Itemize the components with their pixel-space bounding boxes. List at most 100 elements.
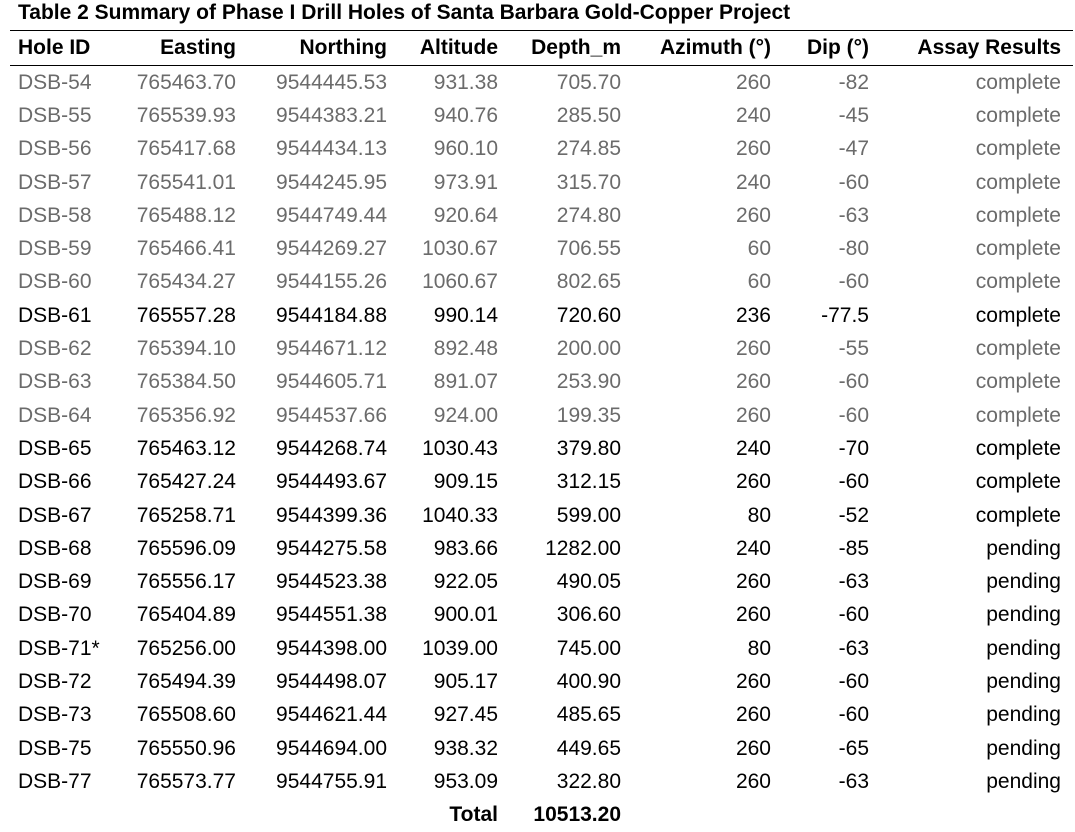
cell-depth: 274.85 xyxy=(556,137,621,161)
cell-northing: 9544551.38 xyxy=(276,603,387,627)
cell-northing: 9544398.00 xyxy=(276,636,387,660)
table-row: DSB-59 765466.41 9544269.27 1030.67 706.55 60… xyxy=(10,232,1073,265)
cell-hole-id: DSB-72 xyxy=(18,669,92,693)
cell-hole-id: DSB-66 xyxy=(18,470,92,494)
cell-altitude: 1030.67 xyxy=(422,237,498,261)
cell-depth: 745.00 xyxy=(556,636,621,660)
table-row: DSB-70 765404.89 9544551.38 900.01 306.60 260… xyxy=(10,599,1073,632)
cell-altitude: 891.07 xyxy=(433,370,498,394)
cell-northing: 9544434.13 xyxy=(276,137,387,161)
total-value: 10513.20 xyxy=(533,802,621,826)
cell-depth: 706.55 xyxy=(556,237,621,261)
total-label: Total xyxy=(449,802,498,826)
cell-depth: 315.70 xyxy=(556,170,621,194)
cell-easting: 765463.70 xyxy=(136,70,236,94)
cell-altitude: 905.17 xyxy=(433,669,498,693)
cell-depth: 274.80 xyxy=(556,203,621,227)
cell-hole-id: DSB-77 xyxy=(18,769,92,793)
cell-azimuth: 240 xyxy=(735,436,771,460)
cell-dip: -60 xyxy=(838,370,869,394)
cell-hole-id: DSB-62 xyxy=(18,337,92,361)
cell-dip: -82 xyxy=(838,70,869,94)
cell-depth: 599.00 xyxy=(556,503,621,527)
cell-hole-id: DSB-69 xyxy=(18,570,92,594)
cell-northing: 9544493.67 xyxy=(276,470,387,494)
cell-easting: 765258.71 xyxy=(136,503,236,527)
cell-easting: 765384.50 xyxy=(136,370,236,394)
cell-azimuth: 260 xyxy=(735,70,771,94)
cell-hole-id: DSB-58 xyxy=(18,203,92,227)
table-row: DSB-54 765463.70 9544445.53 931.38 705.70 260… xyxy=(10,66,1073,100)
table-row: DSB-73 765508.60 9544621.44 927.45 485.65 260… xyxy=(10,699,1073,732)
header-azimuth: Azimuth (°) xyxy=(633,30,783,66)
cell-dip: -55 xyxy=(838,337,869,361)
cell-altitude: 892.48 xyxy=(433,337,498,361)
cell-depth: 199.35 xyxy=(556,403,621,427)
cell-depth: 1282.00 xyxy=(545,536,621,560)
cell-easting: 765539.93 xyxy=(136,103,236,127)
cell-northing: 9544694.00 xyxy=(276,736,387,760)
cell-northing: 9544445.53 xyxy=(276,70,387,94)
drill-holes-table: Hole ID Easting Northing Altitude Depth_… xyxy=(10,30,1073,831)
cell-assay-results: complete xyxy=(975,503,1061,527)
cell-assay-results: complete xyxy=(975,436,1061,460)
cell-northing: 9544399.36 xyxy=(276,503,387,527)
table-row: DSB-72 765494.39 9544498.07 905.17 400.90 260… xyxy=(10,665,1073,698)
cell-dip: -60 xyxy=(838,470,869,494)
cell-dip: -45 xyxy=(838,103,869,127)
cell-easting: 765256.00 xyxy=(136,636,236,660)
cell-dip: -60 xyxy=(838,403,869,427)
cell-easting: 765494.39 xyxy=(136,669,236,693)
cell-assay-results: complete xyxy=(975,237,1061,261)
cell-azimuth: 260 xyxy=(735,337,771,361)
cell-assay-results: pending xyxy=(986,603,1061,627)
cell-depth: 306.60 xyxy=(556,603,621,627)
cell-easting: 765488.12 xyxy=(136,203,236,227)
cell-dip: -60 xyxy=(838,703,869,727)
table-row: DSB-68 765596.09 9544275.58 983.66 1282.00 24… xyxy=(10,532,1073,565)
header-assay-results: Assay Results xyxy=(881,30,1073,66)
cell-assay-results: complete xyxy=(975,337,1061,361)
cell-northing: 9544523.38 xyxy=(276,570,387,594)
header-northing: Northing xyxy=(248,30,399,66)
cell-assay-results: complete xyxy=(975,70,1061,94)
cell-azimuth: 260 xyxy=(735,769,771,793)
cell-hole-id: DSB-56 xyxy=(18,137,92,161)
cell-assay-results: complete xyxy=(975,403,1061,427)
cell-northing: 9544621.44 xyxy=(276,703,387,727)
cell-easting: 765404.89 xyxy=(136,603,236,627)
cell-depth: 379.80 xyxy=(556,436,621,460)
cell-altitude: 960.10 xyxy=(433,137,498,161)
cell-azimuth: 260 xyxy=(735,736,771,760)
cell-easting: 765557.28 xyxy=(136,303,236,327)
cell-depth: 802.65 xyxy=(556,270,621,294)
header-altitude: Altitude xyxy=(399,30,510,66)
cell-hole-id: DSB-70 xyxy=(18,603,92,627)
cell-assay-results: complete xyxy=(975,170,1061,194)
cell-depth: 720.60 xyxy=(556,303,621,327)
cell-azimuth: 240 xyxy=(735,536,771,560)
cell-northing: 9544605.71 xyxy=(276,370,387,394)
cell-easting: 765596.09 xyxy=(136,536,236,560)
cell-altitude: 938.32 xyxy=(433,736,498,760)
table-row: DSB-77 765573.77 9544755.91 953.09 322.80 260… xyxy=(10,765,1073,798)
cell-azimuth: 260 xyxy=(735,370,771,394)
cell-northing: 9544245.95 xyxy=(276,170,387,194)
cell-easting: 765550.96 xyxy=(136,736,236,760)
cell-easting: 765556.17 xyxy=(136,570,236,594)
cell-altitude: 953.09 xyxy=(433,769,498,793)
cell-altitude: 927.45 xyxy=(433,703,498,727)
cell-northing: 9544268.74 xyxy=(276,436,387,460)
table-row: DSB-69 765556.17 9544523.38 922.05 490.05 260… xyxy=(10,565,1073,598)
cell-assay-results: complete xyxy=(975,370,1061,394)
cell-assay-results: complete xyxy=(975,303,1061,327)
cell-hole-id: DSB-68 xyxy=(18,536,92,560)
cell-hole-id: DSB-55 xyxy=(18,103,92,127)
cell-altitude: 973.91 xyxy=(433,170,498,194)
table-row: DSB-61 765557.28 9544184.88 990.14 720.60 236… xyxy=(10,299,1073,332)
cell-easting: 765427.24 xyxy=(136,470,236,494)
cell-hole-id: DSB-67 xyxy=(18,503,92,527)
cell-assay-results: complete xyxy=(975,470,1061,494)
cell-altitude: 1030.43 xyxy=(422,436,498,460)
cell-northing: 9544749.44 xyxy=(276,203,387,227)
